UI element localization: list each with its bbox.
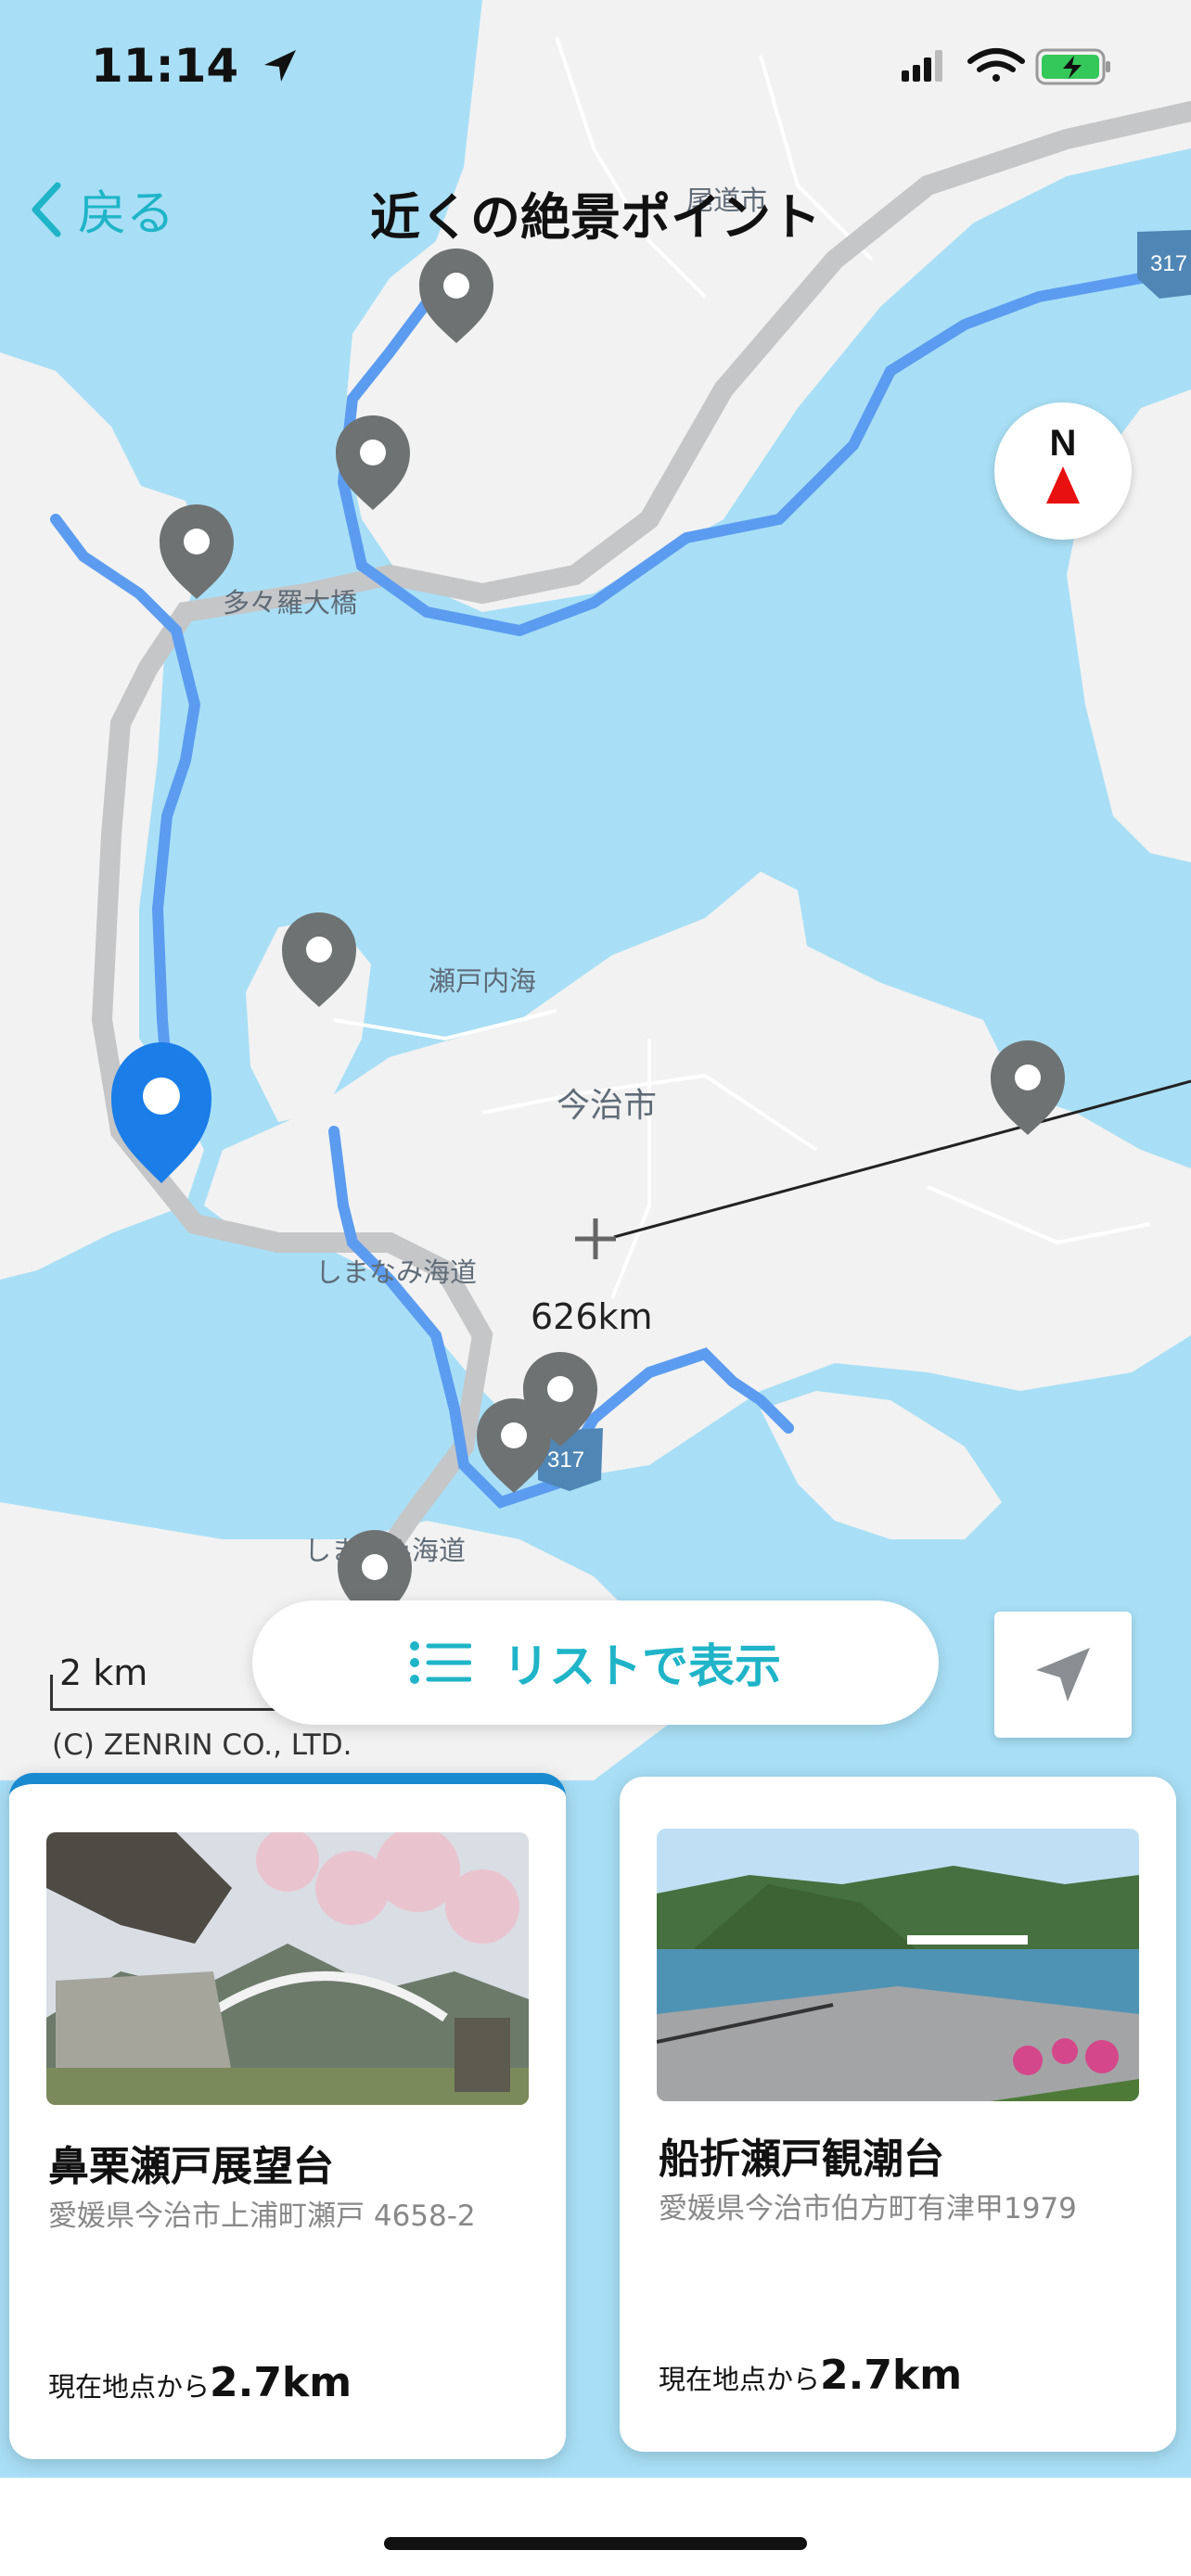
spot-name: 船折瀬戸観潮台: [659, 2136, 944, 2183]
show-list-label: リストで表示: [503, 1639, 781, 1693]
page-title: 近くの絶景ポイント: [370, 188, 821, 247]
spot-name: 鼻栗瀬戸展望台: [48, 2143, 334, 2190]
list-icon: [410, 1641, 471, 1684]
spot-distance: 現在地点から2.7km: [659, 2352, 962, 2399]
spot-address: 愛媛県今治市伯方町有津甲1979: [659, 2192, 1077, 2225]
home-indicator[interactable]: [384, 2537, 807, 2550]
spot-card[interactable]: 船折瀬戸観潮台 愛媛県今治市伯方町有津甲1979 現在地点から2.7km: [620, 1777, 1176, 2452]
distance-value: 2.7km: [820, 2352, 963, 2399]
spot-address: 愛媛県今治市上浦町瀬戸 4658-2: [48, 2200, 476, 2233]
spot-card[interactable]: 鼻栗瀬戸展望台 愛媛県今治市上浦町瀬戸 4658-2 現在地点から2.7km: [9, 1773, 566, 2459]
distance-readout: 626km: [531, 1296, 653, 1337]
bottom-safe-area: [0, 2478, 1191, 2576]
map-copyright: (C) ZENRIN CO., LTD.: [52, 1728, 352, 1762]
label-imabari: 今治市: [557, 1087, 657, 1125]
spot-photo: [46, 1832, 529, 2105]
label-shimanami: しまなみ海道: [315, 1256, 477, 1288]
distance-value: 2.7km: [210, 2359, 352, 2406]
spot-distance: 現在地点から2.7km: [48, 2359, 352, 2406]
location-arrow-icon: [263, 50, 296, 82]
compass-button[interactable]: N: [994, 402, 1132, 540]
label-tatara-bridge: 多々羅大橋: [223, 587, 357, 618]
location-arrow-icon: [1036, 1648, 1090, 1702]
wifi-icon: [967, 48, 1025, 82]
status-time: 11:14: [91, 39, 298, 93]
compass-north-label: N: [1049, 423, 1077, 464]
show-list-button[interactable]: リストで表示: [252, 1600, 939, 1725]
distance-prefix: 現在地点から: [48, 2371, 211, 2403]
status-icons: [898, 46, 1117, 91]
current-location-button[interactable]: [994, 1612, 1132, 1738]
label-seto-naikai: 瀬戸内海: [429, 965, 536, 997]
signal-icon: [902, 50, 942, 82]
spot-photo: [657, 1829, 1139, 2101]
battery-charging-icon: [1035, 48, 1110, 85]
route-number: 317: [547, 1447, 584, 1473]
scale-label: 2 km: [59, 1652, 148, 1693]
route-number: 317: [1150, 251, 1187, 276]
distance-prefix: 現在地点から: [659, 2364, 821, 2395]
north-arrow-icon: [1046, 466, 1080, 504]
